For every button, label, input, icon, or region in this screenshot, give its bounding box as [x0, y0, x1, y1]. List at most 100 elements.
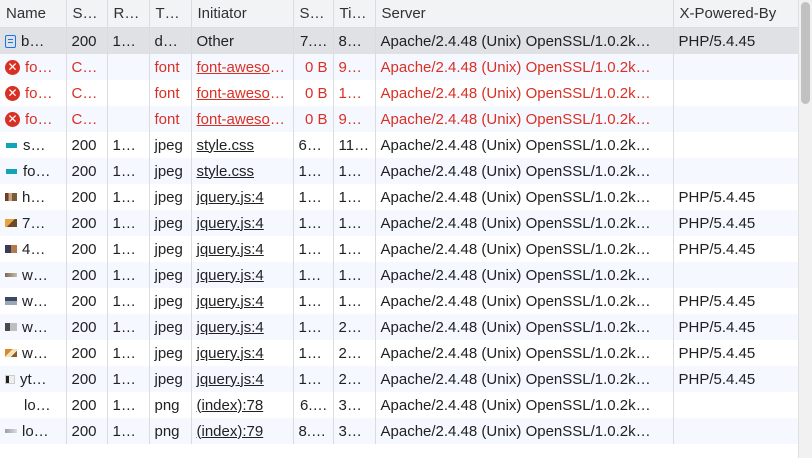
cell-status: 200	[66, 366, 108, 392]
cell-initiator[interactable]: jquery.js:4	[191, 210, 294, 236]
request-name: fo…	[23, 162, 51, 180]
cell-x-powered-by	[673, 418, 799, 444]
cell-name[interactable]: ✕ fo…	[0, 106, 67, 132]
cell-type: font	[149, 80, 192, 106]
cell-size: 11…	[293, 262, 334, 288]
initiator-link[interactable]: style.css	[197, 163, 255, 180]
initiator-link[interactable]: jquery.js:4	[197, 345, 264, 362]
request-row[interactable]: yt… 200 18… jpeg jquery.js:4 12… 22… Apache/2.4…	[0, 366, 799, 392]
initiator-link[interactable]: jquery.js:4	[197, 215, 264, 232]
initiator-link[interactable]: jquery.js:4	[197, 189, 264, 206]
vertical-scrollbar[interactable]	[798, 0, 812, 458]
cell-type: font	[149, 106, 192, 132]
request-row[interactable]: w… 200 18… jpeg jquery.js:4 10… 21… Apache/2.4.…	[0, 340, 799, 366]
cell-x-powered-by	[673, 106, 799, 132]
cell-initiator[interactable]: jquery.js:4	[191, 262, 294, 288]
cell-initiator[interactable]: (index):79	[191, 418, 294, 444]
initiator-link[interactable]: font-awesome	[197, 59, 291, 76]
cell-name[interactable]: fo…	[0, 158, 67, 184]
request-rows: b… 200 18… do… Other 7.… 8… Apache/2.4.48 (Unix…	[0, 27, 799, 444]
cell-name[interactable]: s…	[0, 132, 67, 158]
column-header-initiator[interactable]: Initiator	[191, 0, 294, 28]
cell-initiator[interactable]: jquery.js:4	[191, 288, 294, 314]
request-row[interactable]: h… 200 18… jpeg jquery.js:4 12… 17… Apache/2.4.…	[0, 184, 799, 210]
cell-name[interactable]: w…	[0, 340, 67, 366]
column-header-server[interactable]: Server	[375, 0, 674, 28]
request-name: w…	[22, 292, 48, 310]
initiator-link[interactable]: jquery.js:4	[197, 371, 264, 388]
request-row[interactable]: lo… 200 18… png (index):78 6.… 35… Apache/2.4.4…	[0, 392, 799, 418]
cell-name[interactable]: yt…	[0, 366, 67, 392]
cell-server: Apache/2.4.48 (Unix) OpenSSL/1.0.2k…	[375, 418, 674, 444]
request-row[interactable]: 4… 200 18… jpeg jquery.js:4 14… 18… Apache/2.4.…	[0, 236, 799, 262]
request-row[interactable]: w… 200 18… jpeg jquery.js:4 15… 19… Apache/2.4.…	[0, 288, 799, 314]
cell-status: 200	[66, 210, 108, 236]
image-thumbnail-icon	[5, 297, 17, 305]
cell-name[interactable]: w…	[0, 262, 67, 288]
cell-remote-address: 18…	[107, 132, 150, 158]
scrollbar-thumb[interactable]	[801, 2, 810, 104]
cell-initiator[interactable]: style.css	[191, 158, 294, 184]
cell-x-powered-by: PHP/5.4.45	[673, 314, 799, 340]
image-thumbnail-icon	[6, 168, 17, 174]
cell-initiator[interactable]: font-awesome	[191, 54, 294, 80]
cell-name[interactable]: b…	[0, 27, 67, 54]
cell-size: 15…	[293, 314, 334, 340]
column-header-size[interactable]: Size	[293, 0, 334, 28]
cell-name[interactable]: 7…	[0, 210, 67, 236]
cell-initiator[interactable]: jquery.js:4	[191, 340, 294, 366]
request-row[interactable]: ✕ fo… C… font font-awesome 0 B 16… Apache/2.4.4…	[0, 80, 799, 106]
initiator-link[interactable]: (index):78	[197, 397, 264, 414]
cell-name[interactable]: w…	[0, 288, 67, 314]
cell-initiator[interactable]: jquery.js:4	[191, 236, 294, 262]
initiator-link[interactable]: jquery.js:4	[197, 267, 264, 284]
cell-name[interactable]: w…	[0, 314, 67, 340]
request-row[interactable]: 7… 200 18… jpeg jquery.js:4 14… 17… Apache/2.4.…	[0, 210, 799, 236]
image-thumbnail-icon	[5, 323, 17, 331]
cell-name[interactable]: lo…	[0, 392, 67, 418]
request-row[interactable]: ✕ fo… C… font font-awesome 0 B 99… Apache/2.4.4…	[0, 54, 799, 80]
column-header-x-powered-by[interactable]: X-Powered-By	[673, 0, 799, 28]
column-header-time[interactable]: Ti…	[333, 0, 376, 28]
cell-size: 6.…	[293, 392, 334, 418]
request-row[interactable]: s… 200 18… jpeg style.css 66… 11… Apache/2.4.48…	[0, 132, 799, 158]
cell-name[interactable]: lo…	[0, 418, 67, 444]
initiator-link[interactable]: jquery.js:4	[197, 241, 264, 258]
initiator-link[interactable]: font-awesome	[197, 111, 291, 128]
request-row[interactable]: ✕ fo… C… font font-awesome 0 B 91… Apache/2.4.4…	[0, 106, 799, 132]
initiator-link[interactable]: (index):79	[197, 423, 264, 440]
initiator-link[interactable]: jquery.js:4	[197, 319, 264, 336]
request-row[interactable]: w… 200 18… jpeg jquery.js:4 11… 18… Apache/2.4.…	[0, 262, 799, 288]
cell-time: 24…	[333, 314, 376, 340]
initiator-link[interactable]: font-awesome	[197, 85, 291, 102]
column-header-remote-address[interactable]: Re…	[107, 0, 150, 28]
request-name: s…	[23, 136, 46, 154]
cell-initiator[interactable]: jquery.js:4	[191, 314, 294, 340]
column-header-type-label: T…	[155, 5, 180, 22]
column-header-type[interactable]: T…	[149, 0, 192, 28]
column-header-status[interactable]: St…	[66, 0, 108, 28]
cell-name[interactable]: ✕ fo…	[0, 80, 67, 106]
request-row[interactable]: w… 200 18… jpeg jquery.js:4 15… 24… Apache/2.4.…	[0, 314, 799, 340]
request-row[interactable]: fo… 200 18… jpeg style.css 12… 10… Apache/2.4.4…	[0, 158, 799, 184]
cell-status: C…	[66, 54, 108, 80]
cell-initiator[interactable]: jquery.js:4	[191, 184, 294, 210]
cell-time: 18…	[333, 262, 376, 288]
cell-remote-address: 18…	[107, 184, 150, 210]
cell-initiator[interactable]: (index):78	[191, 392, 294, 418]
cell-initiator[interactable]: style.css	[191, 132, 294, 158]
cell-name[interactable]: 4…	[0, 236, 67, 262]
cell-name[interactable]: h…	[0, 184, 67, 210]
column-header-name[interactable]: Name	[0, 0, 67, 28]
request-row[interactable]: lo… 200 18… png (index):79 8.1… 31… Apache/2.4.…	[0, 418, 799, 444]
cell-initiator[interactable]: font-awesome	[191, 80, 294, 106]
image-thumbnail-icon	[5, 273, 17, 277]
initiator-link[interactable]: style.css	[197, 137, 255, 154]
cell-initiator[interactable]: jquery.js:4	[191, 366, 294, 392]
cell-size: 12…	[293, 184, 334, 210]
initiator-link[interactable]: jquery.js:4	[197, 293, 264, 310]
cell-name[interactable]: ✕ fo…	[0, 54, 67, 80]
cell-server: Apache/2.4.48 (Unix) OpenSSL/1.0.2k…	[375, 366, 674, 392]
request-row[interactable]: b… 200 18… do… Other 7.… 8… Apache/2.4.48 (Unix…	[0, 27, 799, 54]
cell-initiator[interactable]: font-awesome	[191, 106, 294, 132]
